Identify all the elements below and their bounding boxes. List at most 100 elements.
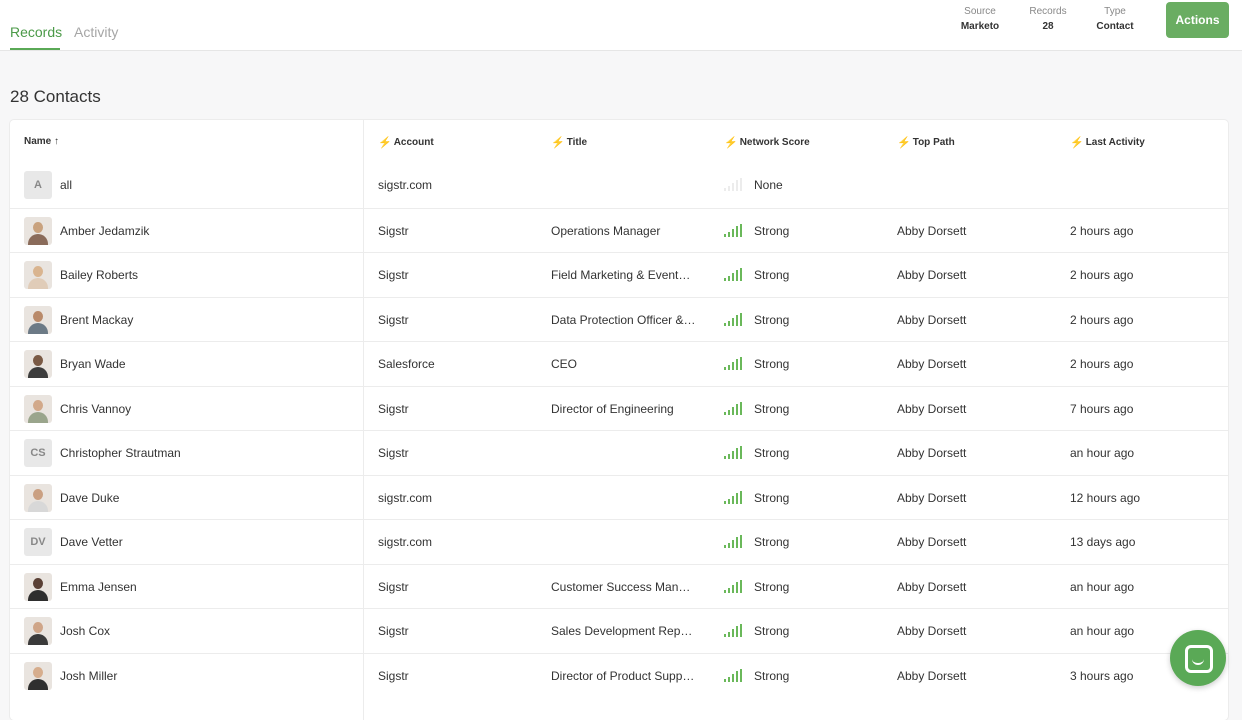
- account-cell: Sigstr: [378, 312, 409, 327]
- account-cell: sigstr.com: [378, 490, 433, 505]
- top-path-cell: Abby Dorsett: [897, 490, 967, 505]
- col-header-account[interactable]: ⚡ Account: [378, 136, 434, 149]
- last-activity-cell: 13 days ago: [1070, 535, 1136, 549]
- avatar: [24, 216, 52, 245]
- table-row[interactable]: Josh Miller Sigstr Director of Product Sup…: [10, 652, 1228, 698]
- col-header-network-score-label: Network Score: [739, 137, 810, 148]
- top-path-cell: Abby Dorsett: [897, 579, 967, 594]
- actions-button[interactable]: Actions: [1166, 2, 1229, 38]
- contact-name[interactable]: Brent Mackay: [60, 298, 340, 342]
- account-cell: Salesforce: [378, 357, 435, 371]
- network-score-cell: None: [754, 178, 783, 192]
- top-path-cell: [897, 163, 1057, 207]
- avatar: [24, 572, 52, 601]
- signal-strength-icon: [724, 312, 746, 326]
- last-activity-cell: [1070, 163, 1220, 207]
- col-header-last-activity-label: Last Activity: [1085, 137, 1145, 148]
- table-row[interactable]: Emma Jensen Sigstr Customer Success Mana… S…: [10, 563, 1228, 609]
- account-cell: Sigstr: [378, 223, 409, 238]
- top-path-cell: Abby Dorsett: [897, 446, 967, 460]
- top-path-cell: Abby Dorsett: [897, 357, 967, 371]
- network-score-cell: Strong: [754, 401, 790, 416]
- table-row[interactable]: Aall sigstr.com None: [10, 163, 1228, 207]
- meta-source-label: Source: [964, 6, 996, 17]
- col-header-last-activity[interactable]: ⚡ Last Activity: [1070, 136, 1145, 149]
- account-cell: sigstr.com: [378, 535, 433, 549]
- active-tab-indicator: [10, 48, 60, 50]
- meta-source: Source Marketo: [956, 6, 1004, 32]
- col-header-name-label: Name ↑: [24, 136, 60, 147]
- title-cell: [551, 163, 696, 207]
- table-row[interactable]: Amber Jedamzik Sigstr Operations Manager St…: [10, 207, 1228, 253]
- contact-name[interactable]: Christopher Strautman: [60, 431, 340, 475]
- title-cell: Director of Engineering: [551, 401, 674, 416]
- tab-activity[interactable]: Activity: [74, 24, 118, 40]
- table-row[interactable]: Chris Vannoy Sigstr Director of Engineerin…: [10, 385, 1228, 431]
- table-row[interactable]: CS Christopher Strautman Sigstr Strong Abby …: [10, 430, 1228, 475]
- account-cell: Sigstr: [378, 668, 409, 683]
- signal-strength-icon: [724, 668, 746, 682]
- col-header-top-path-label: Top Path: [912, 137, 955, 148]
- table-row[interactable]: Bryan Wade Salesforce CEO Strong Abby Dorset…: [10, 341, 1228, 386]
- col-header-title-label: Title: [566, 137, 588, 148]
- network-score-cell: Strong: [754, 312, 790, 327]
- meta-type-label: Type: [1104, 6, 1126, 17]
- signal-strength-icon: [724, 357, 746, 370]
- top-path-cell: Abby Dorsett: [897, 223, 967, 238]
- title-cell: [551, 431, 696, 475]
- title-cell: Data Protection Officer &…: [551, 312, 696, 327]
- chat-launcher-button[interactable]: [1170, 630, 1226, 686]
- account-cell: Sigstr: [378, 268, 409, 282]
- table-row[interactable]: Brent Mackay Sigstr Data Protection Office…: [10, 296, 1228, 342]
- avatar: [24, 261, 52, 289]
- network-score-cell: Strong: [754, 357, 790, 371]
- signal-strength-icon: [724, 446, 746, 459]
- avatar: [24, 661, 52, 690]
- last-activity-cell: an hour ago: [1070, 579, 1135, 594]
- contacts-table: Name ↑ ⚡ Account ⚡ Title ⚡ Network Score ⚡ T…: [10, 120, 1228, 720]
- table-row[interactable]: DV Dave Vetter sigstr.com Strong Abby Dorset…: [10, 519, 1228, 564]
- avatar: A: [24, 171, 52, 199]
- contact-name[interactable]: Amber Jedamzik: [60, 209, 340, 253]
- avatar: [24, 483, 52, 512]
- table-row[interactable]: Dave Duke sigstr.com Strong Abby Dorsett 12 …: [10, 474, 1228, 520]
- top-path-cell: Abby Dorsett: [897, 668, 967, 683]
- table-row[interactable]: Bailey Roberts Sigstr Field Marketing & Ev…: [10, 252, 1228, 297]
- top-path-cell: Abby Dorsett: [897, 401, 967, 416]
- last-activity-cell: 7 hours ago: [1070, 401, 1134, 416]
- contact-name[interactable]: Dave Vetter: [60, 520, 340, 564]
- avatar: DV: [24, 528, 52, 556]
- col-header-network-score[interactable]: ⚡ Network Score: [724, 136, 810, 149]
- last-activity-cell: 2 hours ago: [1070, 312, 1134, 327]
- col-header-name[interactable]: Name ↑: [24, 136, 59, 147]
- tab-records[interactable]: Records: [10, 24, 62, 40]
- contact-name[interactable]: Bailey Roberts: [60, 253, 340, 297]
- lightning-icon: ⚡: [1070, 137, 1084, 149]
- top-path-cell: Abby Dorsett: [897, 312, 967, 327]
- table-row[interactable]: Josh Cox Sigstr Sales Development Repr… Str…: [10, 608, 1228, 653]
- account-cell: Sigstr: [378, 624, 409, 638]
- col-header-top-path[interactable]: ⚡ Top Path: [897, 136, 955, 149]
- title-cell: CEO: [551, 357, 578, 371]
- contact-name[interactable]: Emma Jensen: [60, 565, 340, 609]
- avatar: CS: [24, 439, 52, 467]
- signal-strength-icon: [724, 401, 746, 415]
- contact-name[interactable]: Josh Cox: [60, 609, 340, 653]
- title-cell: Customer Success Mana…: [551, 579, 696, 594]
- network-score-cell: Strong: [754, 446, 790, 460]
- contact-name[interactable]: Chris Vannoy: [60, 387, 340, 431]
- meta-records-label: Records: [1029, 6, 1067, 17]
- lightning-icon: ⚡: [897, 137, 911, 149]
- network-score-cell: Strong: [754, 535, 790, 549]
- signal-strength-icon: [724, 268, 746, 281]
- contact-name[interactable]: all: [60, 163, 340, 207]
- avatar: [24, 350, 52, 378]
- top-path-cell: Abby Dorsett: [897, 535, 967, 549]
- contact-name[interactable]: Josh Miller: [60, 654, 340, 698]
- contact-name[interactable]: Dave Duke: [60, 476, 340, 520]
- contact-name[interactable]: Bryan Wade: [60, 342, 340, 386]
- signal-strength-icon: [724, 535, 746, 548]
- col-header-account-label: Account: [393, 137, 434, 148]
- col-header-title[interactable]: ⚡ Title: [551, 136, 587, 149]
- title-cell: Field Marketing & Events…: [551, 268, 696, 282]
